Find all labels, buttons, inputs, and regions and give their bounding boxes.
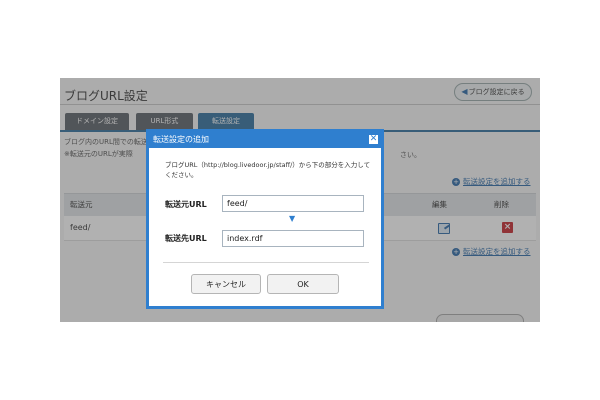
dest-url-input[interactable]	[222, 230, 364, 247]
dest-url-label: 転送先URL	[165, 234, 207, 243]
dialog-divider	[163, 262, 369, 263]
cancel-button[interactable]: キャンセル	[191, 274, 261, 294]
dialog-description: ブログURL（http://blog.livedoor.jp/staff/）から…	[165, 161, 371, 179]
source-url-input[interactable]	[222, 195, 364, 212]
dialog-titlebar: 転送設定の追加 ✕	[149, 132, 381, 148]
close-icon[interactable]: ✕	[368, 134, 379, 145]
arrow-down-icon: ▼	[289, 214, 296, 223]
add-transfer-dialog: 転送設定の追加 ✕ ブログURL（http://blog.livedoor.jp…	[146, 129, 384, 309]
ok-button[interactable]: OK	[267, 274, 339, 294]
dialog-title: 転送設定の追加	[153, 135, 209, 144]
source-url-label: 転送元URL	[165, 200, 207, 209]
blog-url-settings-screen: ブログURL設定 ◀ブログ設定に戻る ドメイン設定 URL形式 転送設定 ブログ…	[60, 78, 540, 322]
